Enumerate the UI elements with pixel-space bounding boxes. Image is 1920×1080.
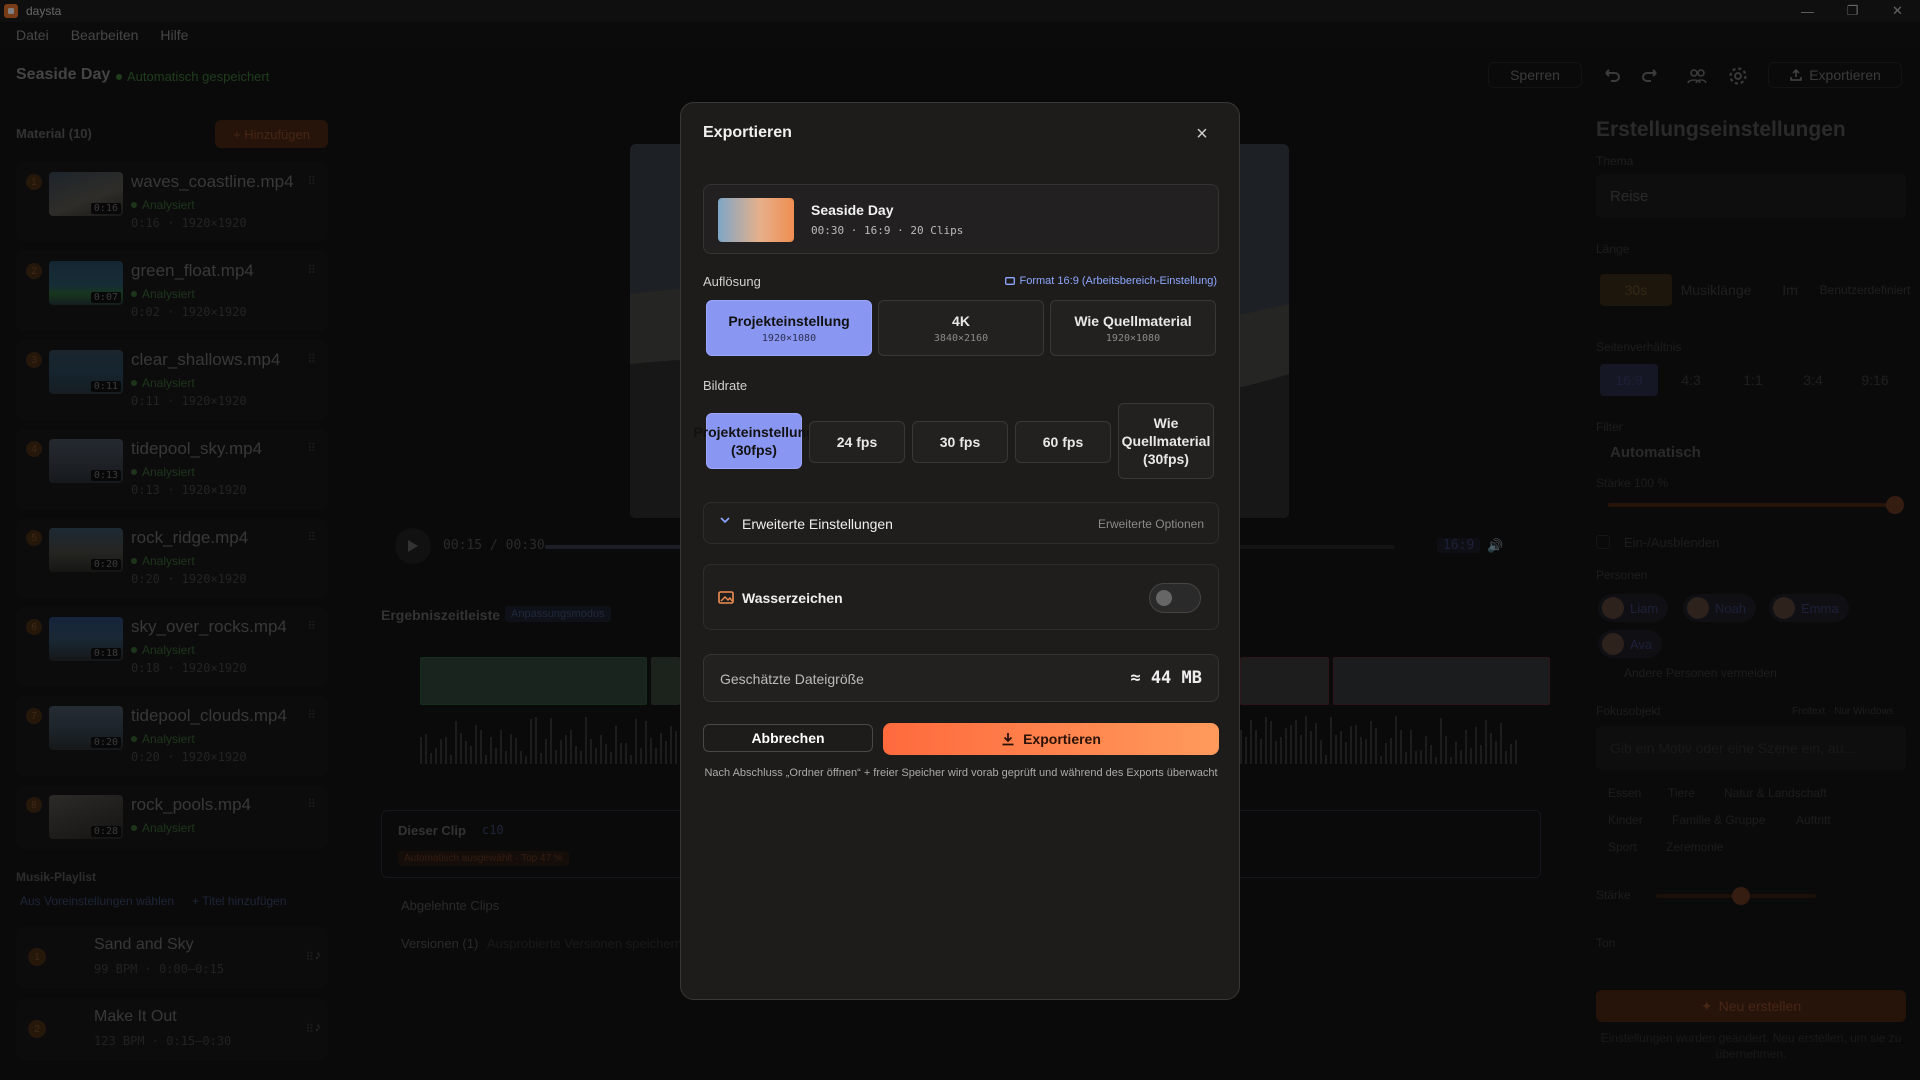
resolution-option-4k[interactable]: 4K 3840×2160	[878, 300, 1044, 356]
advanced-options-hint: Erweiterte Optionen	[1097, 517, 1204, 531]
export-dialog: Exportieren × Seaside Day 00:30 · 16:9 ·…	[680, 102, 1240, 1000]
framerate-option-source[interactable]: Wie Quellmaterial (30fps)	[1118, 403, 1214, 479]
advanced-settings-toggle[interactable]: Erweiterte Einstellungen Erweiterte Opti…	[703, 502, 1219, 544]
watermark-toggle[interactable]	[1149, 583, 1201, 613]
filesize-row: Geschätzte Dateigröße ≈ 44 MB	[703, 654, 1219, 702]
screen-icon	[1004, 277, 1015, 285]
filesize-value: ≈ 44 MB	[1130, 668, 1202, 688]
framerate-option-30[interactable]: 30 fps	[912, 421, 1008, 463]
project-name: Seaside Day	[811, 202, 894, 218]
chevron-down-icon	[720, 516, 730, 524]
resolution-option-project[interactable]: Projekteinstellung 1920×1080	[706, 300, 872, 356]
resolution-option-source[interactable]: Wie Quellmaterial 1920×1080	[1050, 300, 1216, 356]
download-icon	[1002, 733, 1014, 746]
resolution-label: Auflösung	[703, 274, 761, 289]
framerate-label: Bildrate	[703, 378, 748, 393]
filesize-label: Geschätzte Dateigröße	[720, 671, 864, 687]
cancel-button[interactable]: Abbrechen	[703, 724, 873, 752]
project-summary-card: Seaside Day 00:30 · 16:9 · 20 Clips	[703, 184, 1219, 254]
format-link[interactable]: Format 16:9 (Arbeitsbereich-Einstellung)	[1004, 275, 1217, 287]
project-thumbnail	[718, 198, 794, 242]
image-icon	[718, 591, 734, 604]
project-meta: 00:30 · 16:9 · 20 Clips	[811, 224, 964, 237]
watermark-label: Wasserzeichen	[742, 590, 843, 606]
framerate-option-24[interactable]: 24 fps	[809, 421, 905, 463]
framerate-option-project[interactable]: Projekteinstellung (30fps)	[693, 413, 815, 469]
close-icon[interactable]: ×	[1191, 123, 1213, 145]
watermark-row: Wasserzeichen	[703, 564, 1219, 630]
export-button[interactable]: Exportieren	[883, 723, 1219, 755]
toggle-knob	[1156, 590, 1172, 606]
dialog-title: Exportieren	[703, 124, 792, 141]
advanced-label: Erweiterte Einstellungen	[742, 516, 893, 532]
export-note: Nach Abschluss „Ordner öffnen“ + freier …	[704, 767, 1218, 779]
framerate-option-60[interactable]: 60 fps	[1015, 421, 1111, 463]
